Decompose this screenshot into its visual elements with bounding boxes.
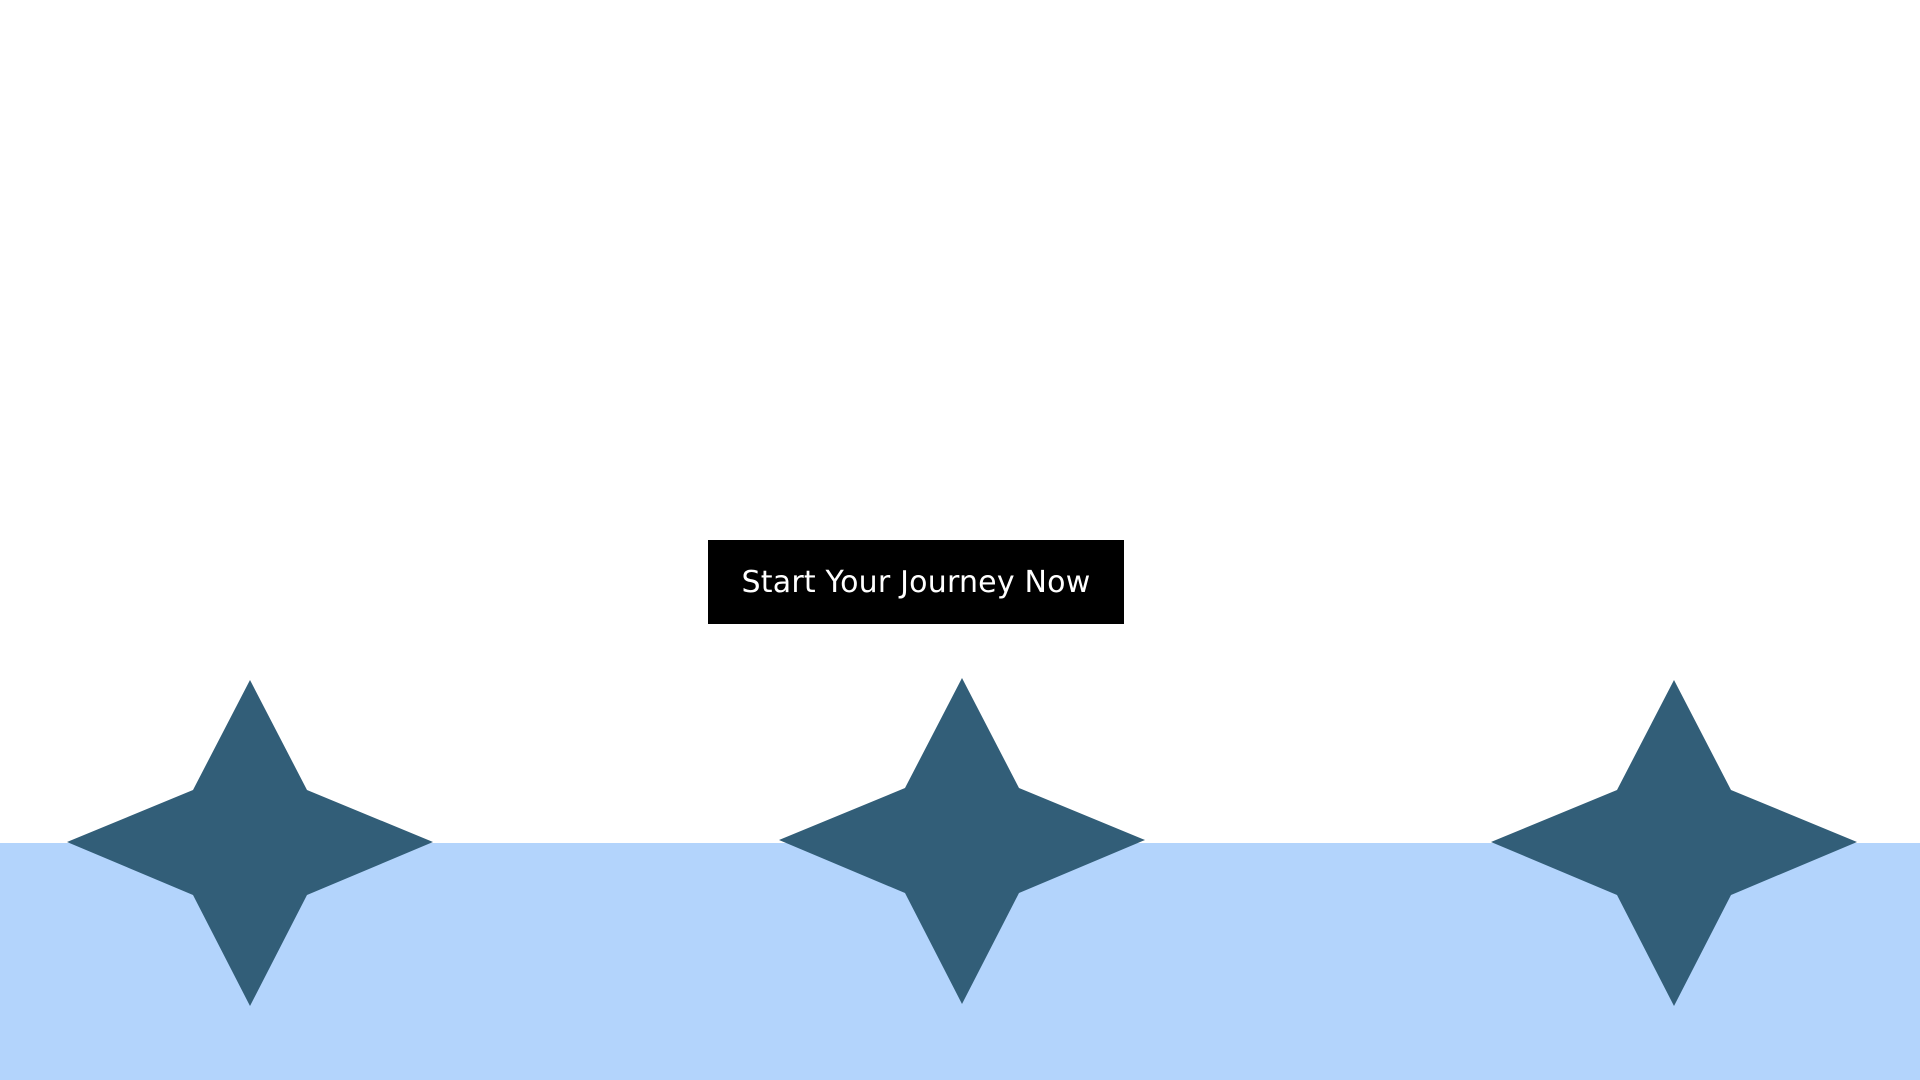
sparkle-star-icon — [779, 678, 1145, 1004]
start-journey-button[interactable]: Start Your Journey Now — [708, 540, 1124, 624]
sparkle-star-icon — [67, 680, 433, 1006]
landing-section: Start Your Journey Now — [0, 0, 1920, 1080]
sparkle-star-icon — [1491, 680, 1857, 1006]
